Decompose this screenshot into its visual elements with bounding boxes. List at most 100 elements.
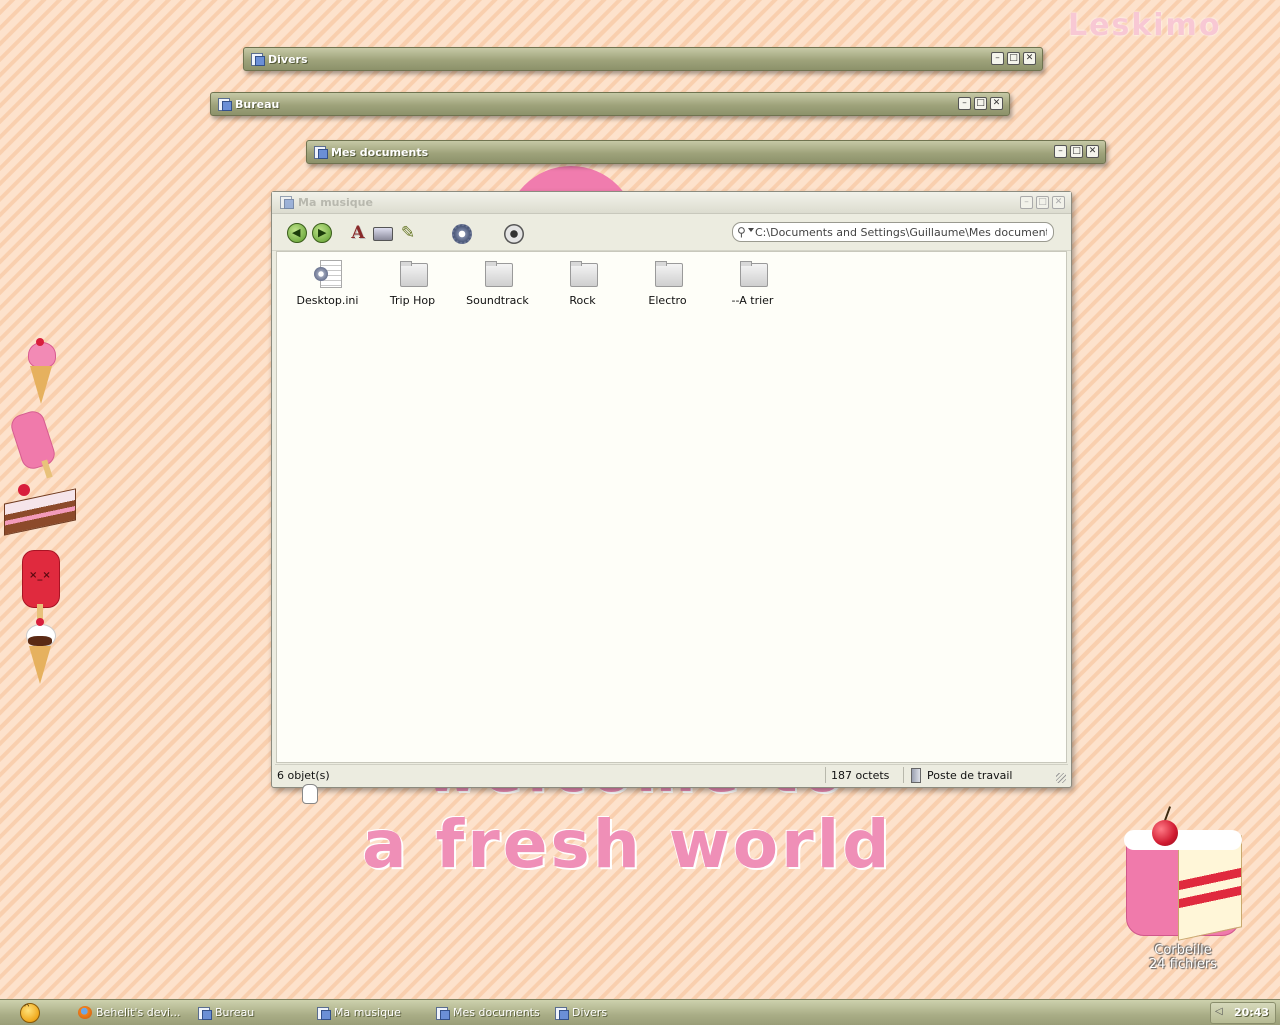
up-folder-icon[interactable]: A xyxy=(348,224,368,244)
window-controls: – □ ✕ xyxy=(1020,196,1065,209)
taskbar-item-divers[interactable]: Divers xyxy=(554,1003,607,1022)
recycle-bin[interactable]: Corbeille 24 fichiers xyxy=(1118,806,1248,976)
brand-logo-text: Leskimo xyxy=(1068,8,1222,43)
taskbar-label: Bureau xyxy=(215,1006,255,1019)
dropdown-arrow-icon[interactable] xyxy=(748,228,754,232)
folder-icon xyxy=(197,1006,212,1020)
folder-icon xyxy=(316,1006,331,1020)
back-arrow-icon[interactable]: ◀ xyxy=(287,223,307,243)
folder-label: Rock xyxy=(569,294,596,307)
window-title: Divers xyxy=(268,53,308,66)
minimize-button[interactable]: – xyxy=(1054,145,1067,158)
folder-icon xyxy=(567,258,599,290)
status-size: 187 octets xyxy=(831,769,890,782)
window-bureau[interactable]: Bureau – □ ✕ xyxy=(210,92,1010,116)
file-list: Desktop.ini Trip Hop Soundtrack Rock Ele… xyxy=(285,258,795,307)
folder-item-soundtrack[interactable]: Soundtrack xyxy=(455,258,540,307)
maximize-button[interactable]: □ xyxy=(1007,52,1020,65)
cake-bin-side xyxy=(1178,835,1242,941)
window-controls: – □ ✕ xyxy=(1054,145,1099,158)
drive-icon[interactable] xyxy=(373,227,393,241)
red-popsicle-icon[interactable]: ×_× xyxy=(4,548,76,620)
close-button[interactable]: ✕ xyxy=(1052,196,1065,209)
maximize-button[interactable]: □ xyxy=(1036,196,1049,209)
clock[interactable]: 20:43 xyxy=(1234,1006,1269,1019)
maximize-button[interactable]: □ xyxy=(1070,145,1083,158)
recycle-bin-count: 24 fichiers xyxy=(1149,957,1217,972)
close-button[interactable]: ✕ xyxy=(1086,145,1099,158)
popsicle-icon[interactable] xyxy=(4,408,76,480)
file-item-desktop-ini[interactable]: Desktop.ini xyxy=(285,258,370,307)
firefox-icon xyxy=(78,1006,92,1019)
window-controls: – □ ✕ xyxy=(958,97,1003,110)
gear-icon[interactable] xyxy=(452,224,472,244)
taskbar-label: Divers xyxy=(572,1006,608,1019)
taskbar: Behelit's devi... Bureau Ma musique Mes … xyxy=(0,999,1280,1025)
address-input[interactable] xyxy=(755,224,1047,240)
wallpaper-slogan: a fresh world xyxy=(362,806,893,883)
window-title: Mes documents xyxy=(331,146,429,159)
folder-icon xyxy=(279,195,294,209)
close-button[interactable]: ✕ xyxy=(990,97,1003,110)
status-object-count: 6 objet(s) xyxy=(277,769,330,782)
chevron-left-icon[interactable]: ◁ xyxy=(1215,1006,1223,1017)
folder-icon xyxy=(435,1006,450,1020)
folder-icon xyxy=(250,52,265,66)
cake-bin-frosting xyxy=(1124,830,1242,850)
toolbar: ◀ ▶ A ✎ ⚲ xyxy=(272,214,1071,251)
taskbar-item-mes-documents[interactable]: Mes documents xyxy=(435,1003,540,1022)
resize-grip[interactable] xyxy=(1056,773,1066,783)
cherry-icon xyxy=(1152,820,1178,846)
taskbar-item-ma-musique[interactable]: Ma musique xyxy=(316,1003,401,1022)
folder-label: Soundtrack xyxy=(466,294,529,307)
mouse-cursor-icon xyxy=(302,784,318,804)
folder-label: Electro xyxy=(648,294,687,307)
folder-item-a-trier[interactable]: --A trier xyxy=(710,258,795,307)
folder-icon xyxy=(652,258,684,290)
taskbar-label: Behelit's devi... xyxy=(96,1006,181,1019)
ice-cream-cone-icon[interactable] xyxy=(4,338,76,410)
maximize-button[interactable]: □ xyxy=(974,97,987,110)
status-divider xyxy=(825,767,826,783)
status-zone: Poste de travail xyxy=(927,769,1013,782)
system-tray: ◁ 20:43 xyxy=(1210,1002,1276,1024)
explorer-window-ma-musique[interactable]: Ma musique – □ ✕ ◀ ▶ A ✎ ⚲ Desktop.ini xyxy=(271,191,1072,788)
taskbar-label: Ma musique xyxy=(334,1006,401,1019)
folder-label: --A trier xyxy=(731,294,774,307)
address-bar[interactable]: ⚲ xyxy=(732,222,1054,242)
minimize-button[interactable]: – xyxy=(1020,196,1033,209)
window-title: Bureau xyxy=(235,98,280,111)
taskbar-item-bureau[interactable]: Bureau xyxy=(197,1003,254,1022)
folder-label: Trip Hop xyxy=(389,294,436,307)
minimize-button[interactable]: – xyxy=(991,52,1004,65)
window-title: Ma musique xyxy=(298,196,373,209)
minimize-button[interactable]: – xyxy=(958,97,971,110)
folder-item-trip-hop[interactable]: Trip Hop xyxy=(370,258,455,307)
sundae-cone-icon[interactable] xyxy=(4,618,76,690)
folder-item-rock[interactable]: Rock xyxy=(540,258,625,307)
close-button[interactable]: ✕ xyxy=(1023,52,1036,65)
folder-icon xyxy=(397,258,429,290)
window-mes-documents[interactable]: Mes documents – □ ✕ xyxy=(306,140,1106,164)
computer-icon xyxy=(911,768,921,783)
cake-slice-icon[interactable] xyxy=(4,482,76,554)
window-divers[interactable]: Divers – □ ✕ xyxy=(243,47,1043,71)
recycle-bin-label: Corbeille xyxy=(1154,943,1212,958)
file-label: Desktop.ini xyxy=(296,294,359,307)
forward-arrow-icon[interactable]: ▶ xyxy=(312,223,332,243)
title-bar[interactable]: Ma musique – □ ✕ xyxy=(272,192,1071,214)
pen-icon[interactable]: ✎ xyxy=(398,224,418,244)
taskbar-label: Mes documents xyxy=(453,1006,540,1019)
file-list-pane[interactable]: Desktop.ini Trip Hop Soundtrack Rock Ele… xyxy=(276,251,1067,763)
search-icon: ⚲ xyxy=(737,225,746,239)
eye-icon[interactable] xyxy=(504,224,524,244)
start-button[interactable] xyxy=(20,1001,40,1023)
status-bar: 6 objet(s) 187 octets Poste de travail xyxy=(275,764,1068,785)
folder-icon xyxy=(737,258,769,290)
status-divider xyxy=(903,767,904,783)
taskbar-item-firefox[interactable]: Behelit's devi... xyxy=(78,1003,181,1022)
folder-item-electro[interactable]: Electro xyxy=(625,258,710,307)
settings-file-icon xyxy=(312,258,344,290)
folder-icon xyxy=(554,1006,569,1020)
folder-icon xyxy=(482,258,514,290)
